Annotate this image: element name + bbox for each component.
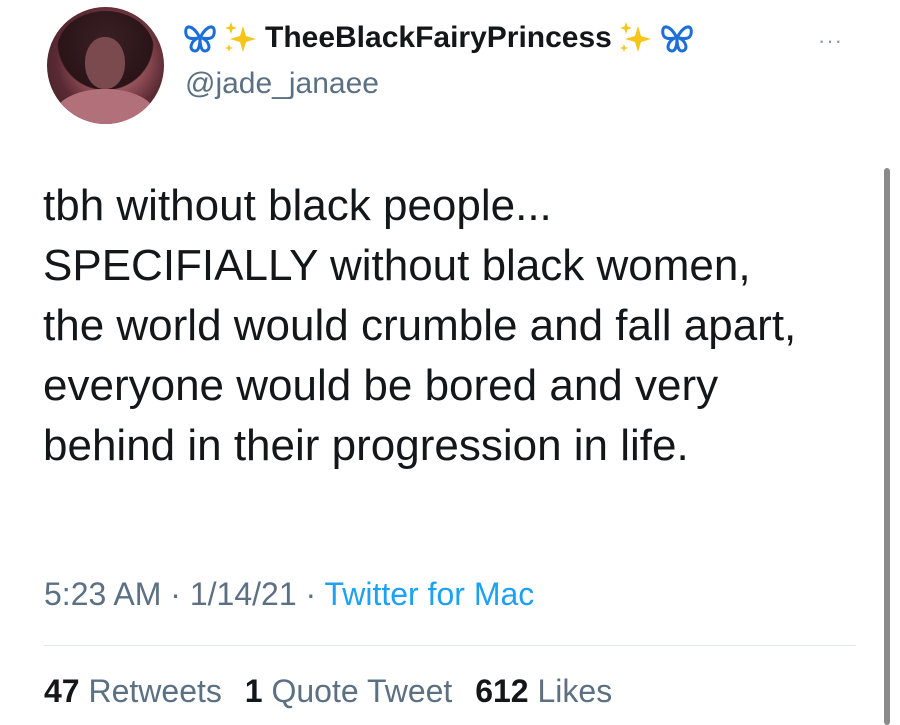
tweet-line: the world would crumble and fall apart, <box>43 301 797 350</box>
sparkles-icon <box>225 22 256 52</box>
meta-separator: · <box>296 576 325 612</box>
tweet-line: behind in their progression in life. <box>43 421 689 470</box>
display-name-row[interactable]: TheeBlackFairyPrincess <box>183 18 694 58</box>
tweet-line: everyone would be bored and very <box>43 361 719 410</box>
meta-separator: · <box>161 576 190 612</box>
retweets-count: 47 <box>44 673 80 709</box>
tweet-source-link[interactable]: Twitter for Mac <box>324 576 534 612</box>
likes-count: 612 <box>475 673 529 709</box>
tweet-date[interactable]: 1/14/21 <box>190 576 297 612</box>
scrollbar[interactable] <box>884 168 890 725</box>
avatar-face <box>85 37 125 89</box>
divider <box>44 645 856 646</box>
tweet-stats: 47 Retweets 1 Quote Tweet 612 Likes <box>44 668 612 714</box>
tweet-meta: 5:23 AM · 1/14/21 · Twitter for Mac <box>44 570 534 618</box>
tweet-text: tbh without black people... SPECIFIALLY … <box>43 176 863 476</box>
sparkles-icon <box>619 22 651 52</box>
likes-label: Likes <box>537 673 613 709</box>
tweet-line: tbh without black people... <box>43 181 552 230</box>
display-name[interactable]: TheeBlackFairyPrincess <box>265 18 612 58</box>
tweet-line: SPECIFIALLY without black women, <box>43 241 751 290</box>
butterfly-icon <box>184 25 216 53</box>
quote-tweets-stat[interactable]: 1 Quote Tweet <box>245 673 453 709</box>
likes-stat[interactable]: 612 Likes <box>475 673 612 709</box>
butterfly-icon <box>661 25 693 53</box>
tweet-time[interactable]: 5:23 AM <box>44 576 161 612</box>
quote-tweets-label: Quote Tweet <box>271 673 453 709</box>
more-options-icon[interactable]: ··· <box>818 28 843 54</box>
avatar-shoulders <box>55 89 155 124</box>
retweets-label: Retweets <box>88 673 222 709</box>
quote-tweets-count: 1 <box>244 673 263 709</box>
avatar[interactable] <box>47 7 164 124</box>
user-handle[interactable]: @jade_janaee <box>185 64 379 104</box>
retweets-stat[interactable]: 47 Retweets <box>44 673 222 709</box>
